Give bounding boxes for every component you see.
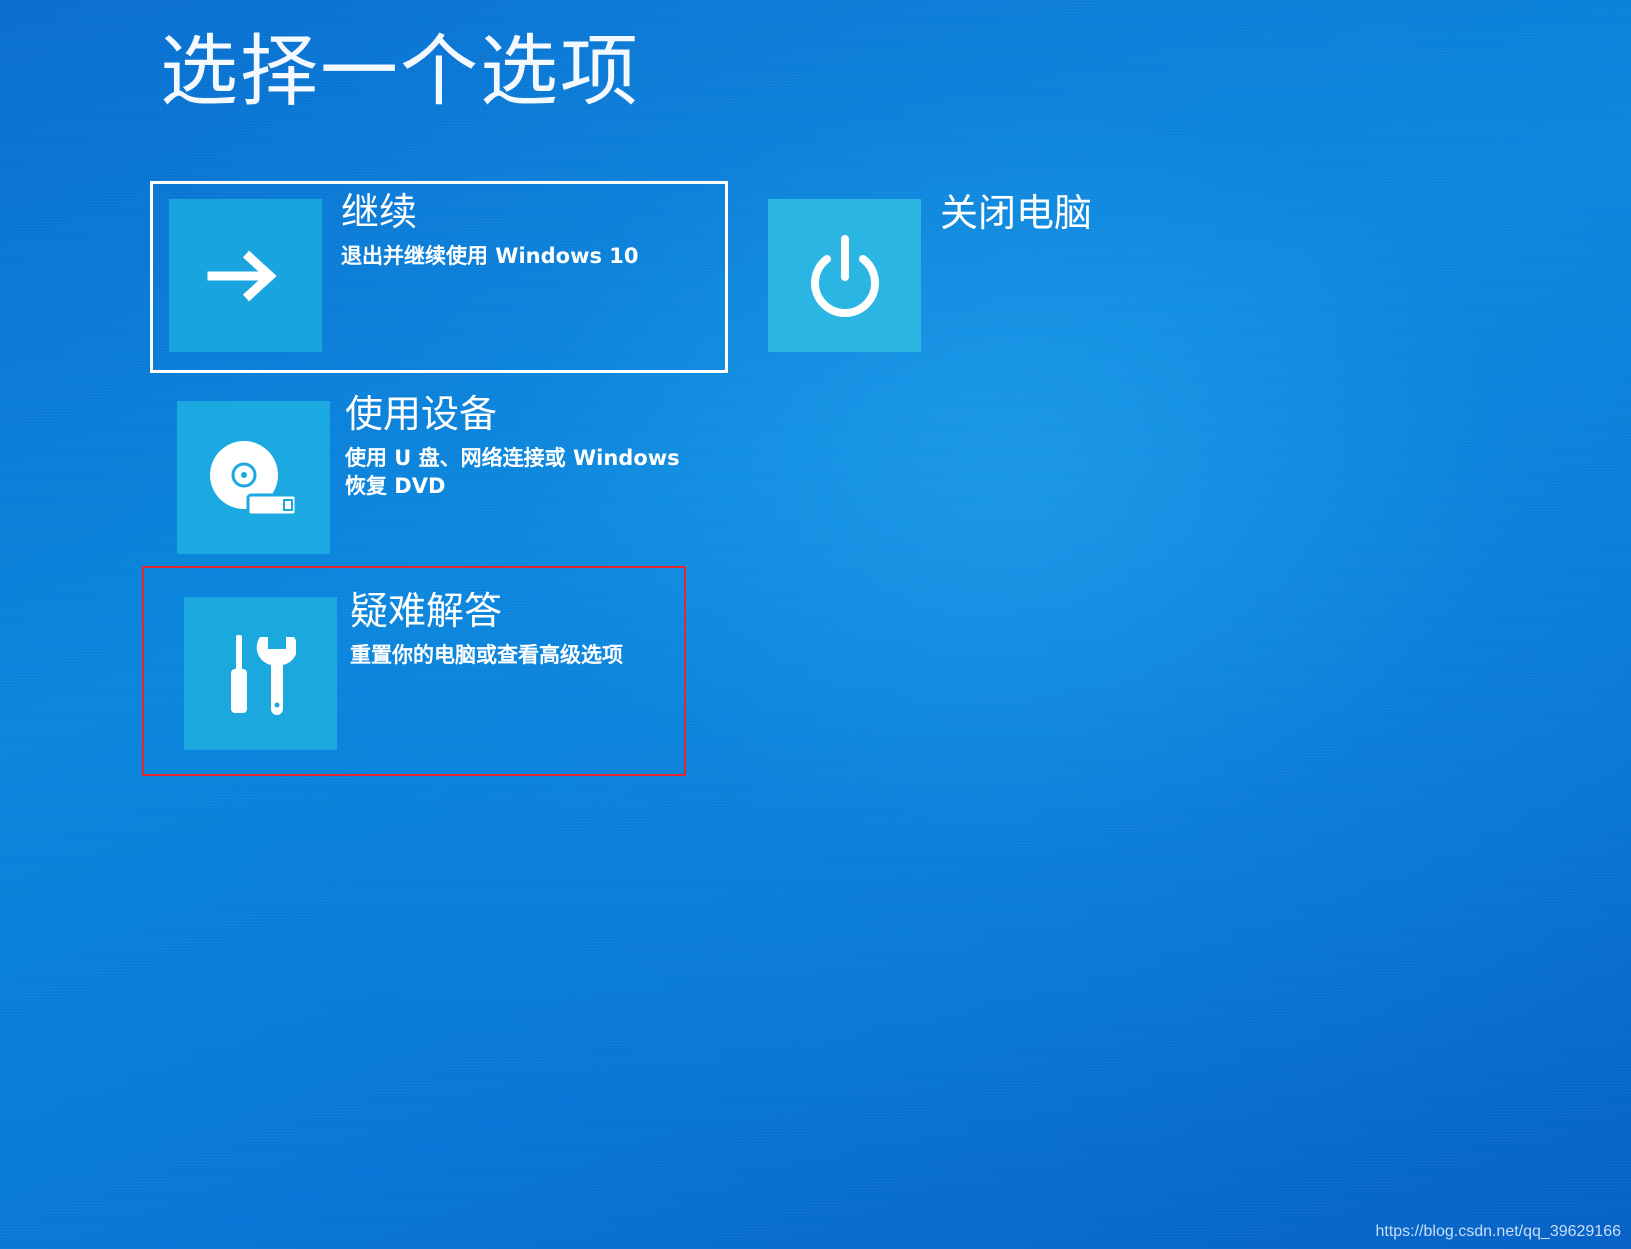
troubleshoot-label: 疑难解答 [350, 589, 503, 633]
use-device-label: 使用设备 [345, 392, 498, 436]
continue-option[interactable]: 继续 退出并继续使用 Windows 10 [150, 181, 728, 373]
use-device-description: 使用 U 盘、网络连接或 Windows 恢复 DVD [345, 445, 680, 498]
continue-text: 继续 退出并继续使用 Windows 10 [341, 190, 711, 270]
shutdown-tile [768, 199, 921, 352]
use-device-option[interactable]: 使用设备 使用 U 盘、网络连接或 Windows 恢复 DVD [177, 392, 717, 558]
watermark: https://blog.csdn.net/qq_39629166 [1375, 1223, 1621, 1240]
use-device-text: 使用设备 使用 U 盘、网络连接或 Windows 恢复 DVD [345, 392, 705, 500]
page-title: 选择一个选项 [160, 27, 641, 117]
troubleshoot-option[interactable]: 疑难解答 重置你的电脑或查看高级选项 [184, 589, 684, 752]
troubleshoot-tile [184, 597, 337, 750]
continue-label: 继续 [341, 190, 418, 234]
continue-description: 退出并继续使用 Windows 10 [341, 243, 639, 268]
tools-icon [230, 634, 296, 715]
continue-tile [169, 199, 322, 352]
troubleshoot-text: 疑难解答 重置你的电脑或查看高级选项 [350, 589, 680, 669]
shutdown-option[interactable]: 关闭电脑 [768, 191, 1128, 359]
arrow-right-icon [207, 250, 277, 301]
troubleshoot-description: 重置你的电脑或查看高级选项 [350, 642, 623, 667]
use-device-tile [177, 401, 330, 554]
power-icon [810, 234, 879, 317]
shutdown-label: 关闭电脑 [940, 191, 1093, 235]
disc-usb-icon [209, 440, 297, 516]
shutdown-text: 关闭电脑 [940, 191, 1092, 237]
